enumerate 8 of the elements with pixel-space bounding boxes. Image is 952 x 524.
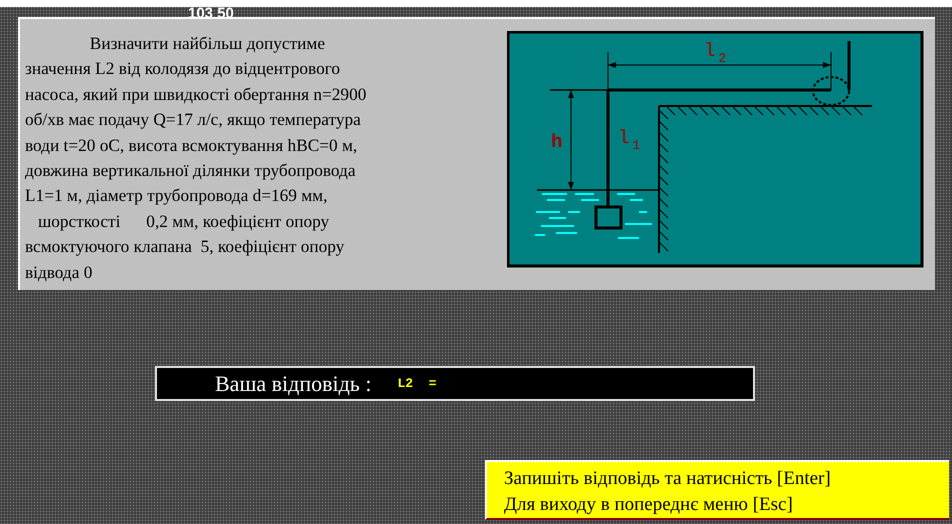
dimension-label: l$_{2}$ (704, 40, 726, 66)
answer-label: Ваша відповідь : (215, 370, 372, 396)
answer-input-prompt[interactable]: L2 = (397, 376, 436, 391)
dimension-label: h (551, 131, 562, 153)
dimension-label: l$_{1}$ (618, 127, 640, 153)
hint-text: Для виходу в попереднє меню [Esc] (504, 493, 794, 517)
hint-text: Запишіть відповідь та натисність [Enter] (504, 467, 832, 491)
problem-text: Визначити найбільш допустиме значення L2 від колодязя до відцентрового насоса, який при швидкості обертання n=2900 об/хв має подачу Q=17 л/с, якщо температура води t=20 оС, висота всмоктування hВС=0 м, довжина вертикальної ділянки трубопровода L1=1 м, діаметр трубопровода d=169 мм, шорсткості 0,2 мм, коефіцієнт опору всмоктуючого клапана 5, коефіцієнт опору відвода 0 (25, 33, 368, 284)
